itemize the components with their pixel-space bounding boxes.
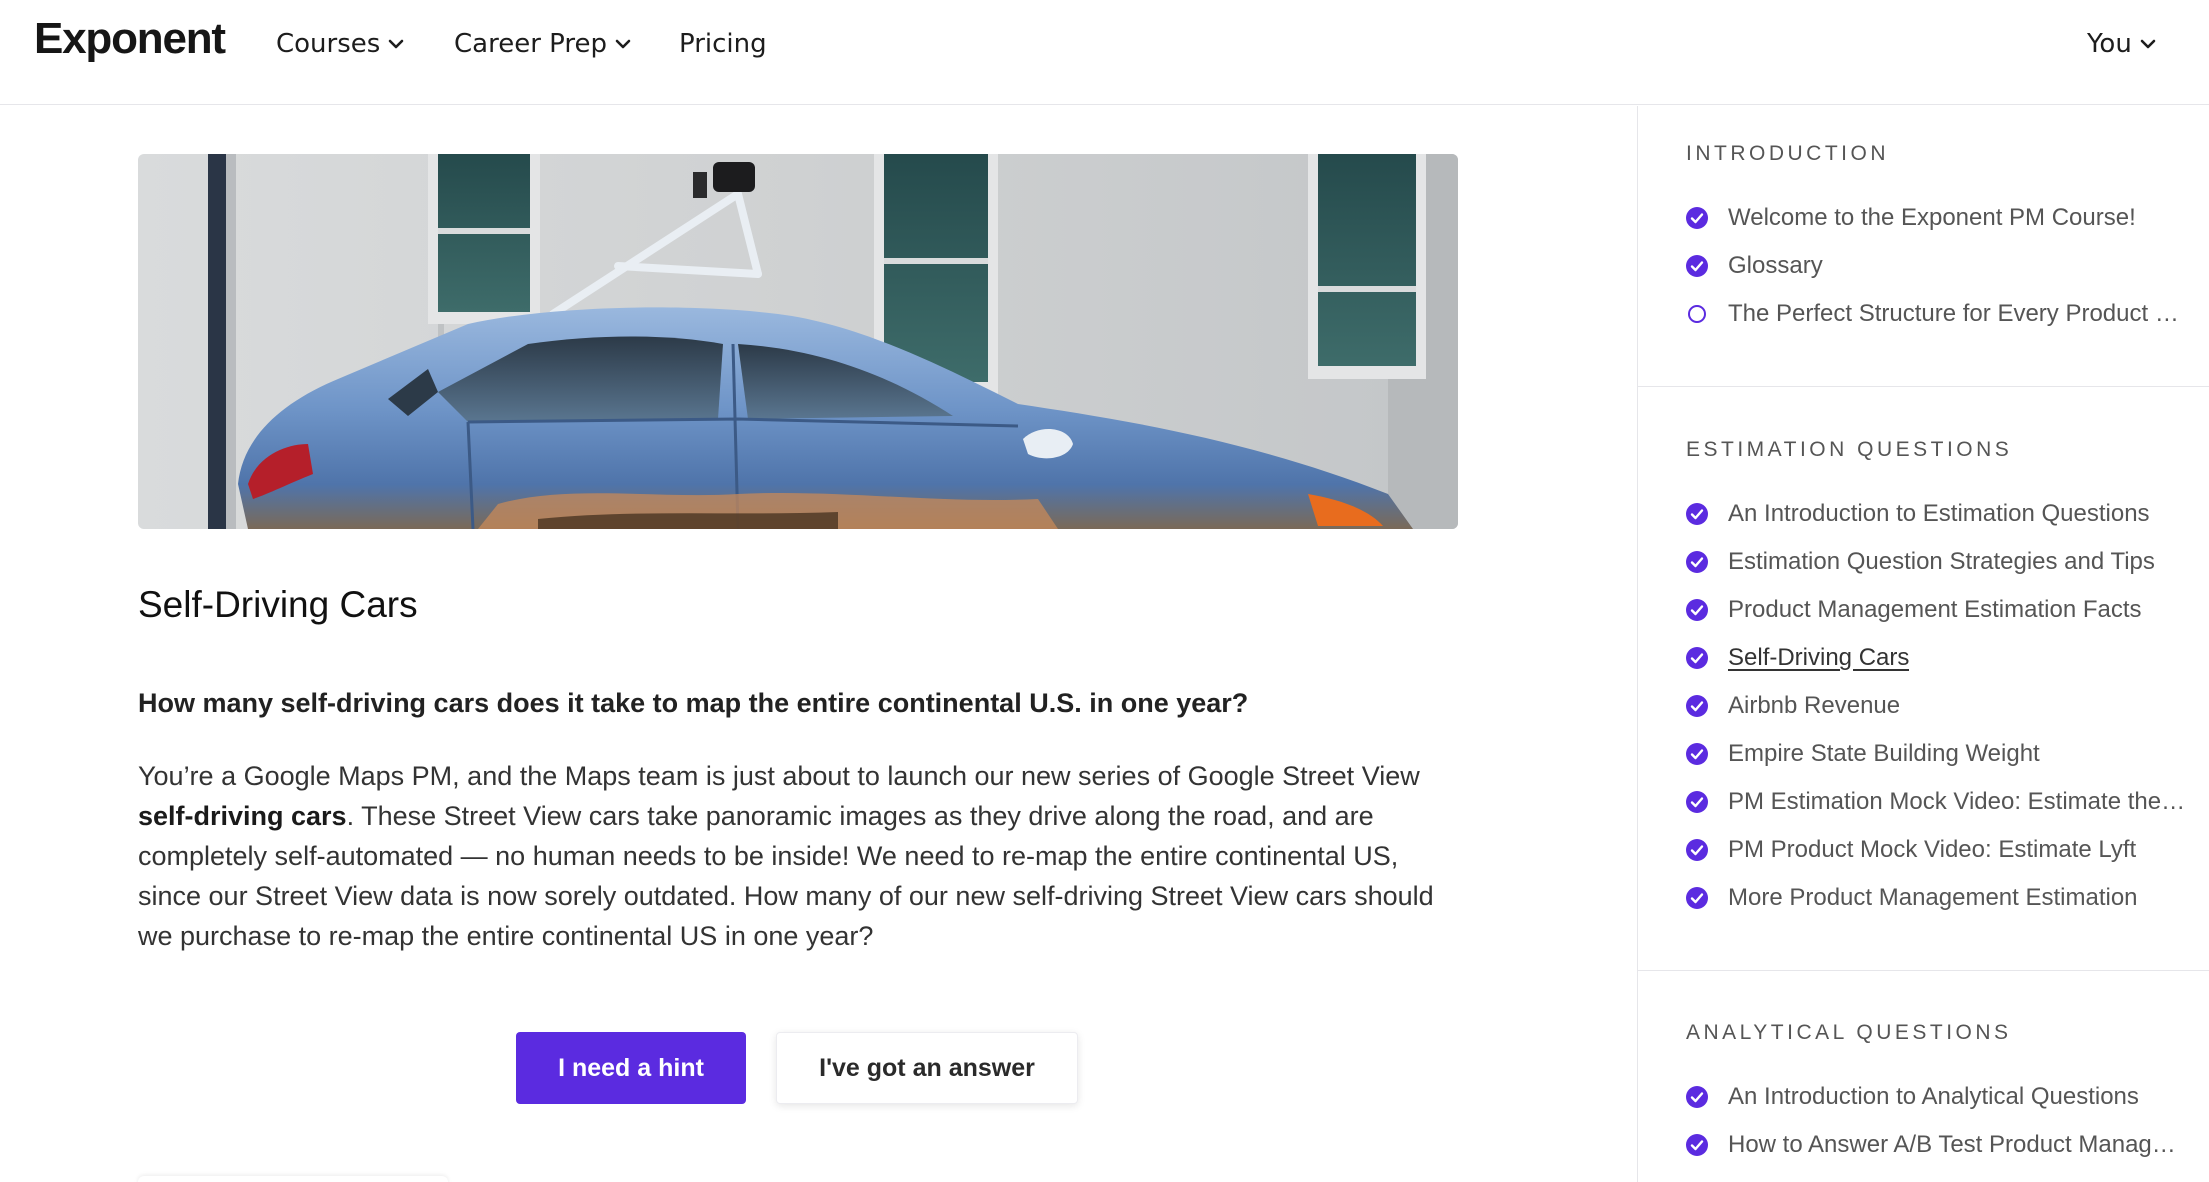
check-circle-icon — [1686, 887, 1708, 909]
outline-item-label: Airbnb Revenue — [1728, 692, 1901, 719]
chevron-down-icon — [615, 39, 631, 49]
nav-pricing-link[interactable]: Pricing — [679, 26, 767, 62]
outline-item-estimation-strategies[interactable]: Estimation Question Strategies and Tips — [1686, 542, 2186, 582]
outline-item-label: Estimation Question Strategies and Tips — [1728, 548, 2155, 575]
check-circle-icon — [1686, 599, 1708, 621]
check-circle-icon — [1686, 1134, 1708, 1156]
check-circle-icon — [1686, 647, 1708, 669]
empty-circle-icon — [1688, 305, 1706, 323]
check-circle-icon — [1686, 839, 1708, 861]
outline-item-analytical-intro[interactable]: An Introduction to Analytical Questions — [1686, 1077, 2186, 1117]
description-bold-term: self-driving cars — [138, 801, 347, 831]
outline-item-label: Product Management Estimation Facts — [1728, 596, 2142, 623]
nav-pricing-label: Pricing — [679, 29, 767, 59]
check-circle-icon — [1686, 503, 1708, 525]
outline-item-label: An Introduction to Estimation Questions — [1728, 500, 2150, 527]
next-card-edge — [138, 1176, 448, 1182]
outline-item-welcome[interactable]: Welcome to the Exponent PM Course! — [1686, 198, 2186, 238]
user-menu-label: You — [2087, 29, 2132, 59]
outline-item-label: An Introduction to Analytical Questions — [1728, 1083, 2139, 1110]
check-circle-icon — [1686, 255, 1708, 277]
check-circle-icon — [1686, 695, 1708, 717]
section-title-introduction: INTRODUCTION — [1686, 142, 1889, 165]
check-circle-icon — [1686, 551, 1708, 573]
answer-button[interactable]: I've got an answer — [776, 1032, 1078, 1104]
lesson-description: You’re a Google Maps PM, and the Maps te… — [138, 756, 1468, 956]
nav-career-prep-label: Career Prep — [454, 29, 607, 59]
outline-item-self-driving-cars[interactable]: Self-Driving Cars — [1686, 638, 2186, 678]
check-circle-icon — [1686, 1086, 1708, 1108]
chevron-down-icon — [389, 39, 404, 49]
hint-button[interactable]: I need a hint — [516, 1032, 746, 1104]
outline-item-glossary[interactable]: Glossary — [1686, 246, 2186, 286]
outline-item-more-estimation[interactable]: More Product Management Estimation — [1686, 878, 2186, 918]
lesson-title: Self-Driving Cars — [138, 584, 418, 625]
section-title-analytical: ANALYTICAL QUESTIONS — [1686, 1021, 2012, 1044]
description-text-start: You’re a Google Maps PM, and the Maps te… — [138, 761, 1420, 791]
outline-item-label: Self-Driving Cars — [1728, 644, 1910, 671]
outline-item-label: Glossary — [1728, 252, 1823, 279]
nav-career-prep-menu[interactable]: Career Prep — [454, 26, 631, 62]
outline-item-mock-video-estimate[interactable]: PM Estimation Mock Video: Estimate the N… — [1686, 782, 2186, 822]
top-navigation: Exponent Courses Career Prep Pricing You — [0, 0, 2209, 105]
outline-item-airbnb-revenue[interactable]: Airbnb Revenue — [1686, 686, 2186, 726]
outline-item-label: The Perfect Structure for Every Product … — [1728, 300, 2186, 327]
lesson-question: How many self-driving cars does it take … — [138, 688, 1249, 718]
lesson-content: Self-Driving Cars How many self-driving … — [0, 106, 1636, 1182]
outline-item-empire-state[interactable]: Empire State Building Weight — [1686, 734, 2186, 774]
user-menu[interactable]: You — [2087, 26, 2156, 62]
outline-item-label: How to Answer A/B Test Product Managemen… — [1728, 1131, 2186, 1158]
exponent-logo[interactable]: Exponent — [34, 14, 226, 64]
outline-item-mock-video-lyft[interactable]: PM Product Mock Video: Estimate Lyft — [1686, 830, 2186, 870]
nav-courses-label: Courses — [276, 29, 381, 59]
outline-item-label: Empire State Building Weight — [1728, 740, 2040, 767]
outline-item-perfect-structure[interactable]: The Perfect Structure for Every Product … — [1686, 294, 2186, 334]
outline-item-label: PM Estimation Mock Video: Estimate the N… — [1728, 788, 2186, 815]
section-title-estimation: ESTIMATION QUESTIONS — [1686, 438, 2013, 461]
hero-image-street-view-car — [138, 154, 1458, 529]
check-circle-icon — [1686, 791, 1708, 813]
section-divider — [1638, 386, 2209, 387]
nav-courses-menu[interactable]: Courses — [276, 26, 404, 62]
course-outline-sidebar: INTRODUCTION Welcome to the Exponent PM … — [1637, 106, 2209, 1182]
check-circle-icon — [1686, 207, 1708, 229]
outline-item-label: PM Product Mock Video: Estimate Lyft — [1728, 836, 2137, 863]
outline-item-label: Welcome to the Exponent PM Course! — [1728, 204, 2136, 231]
outline-item-estimation-facts[interactable]: Product Management Estimation Facts — [1686, 590, 2186, 630]
outline-item-ab-test[interactable]: How to Answer A/B Test Product Managemen… — [1686, 1125, 2186, 1165]
section-divider — [1638, 970, 2209, 971]
chevron-down-icon — [2140, 39, 2156, 49]
outline-item-label: More Product Management Estimation — [1728, 884, 2138, 911]
check-circle-icon — [1686, 743, 1708, 765]
outline-item-estimation-intro[interactable]: An Introduction to Estimation Questions — [1686, 494, 2186, 534]
